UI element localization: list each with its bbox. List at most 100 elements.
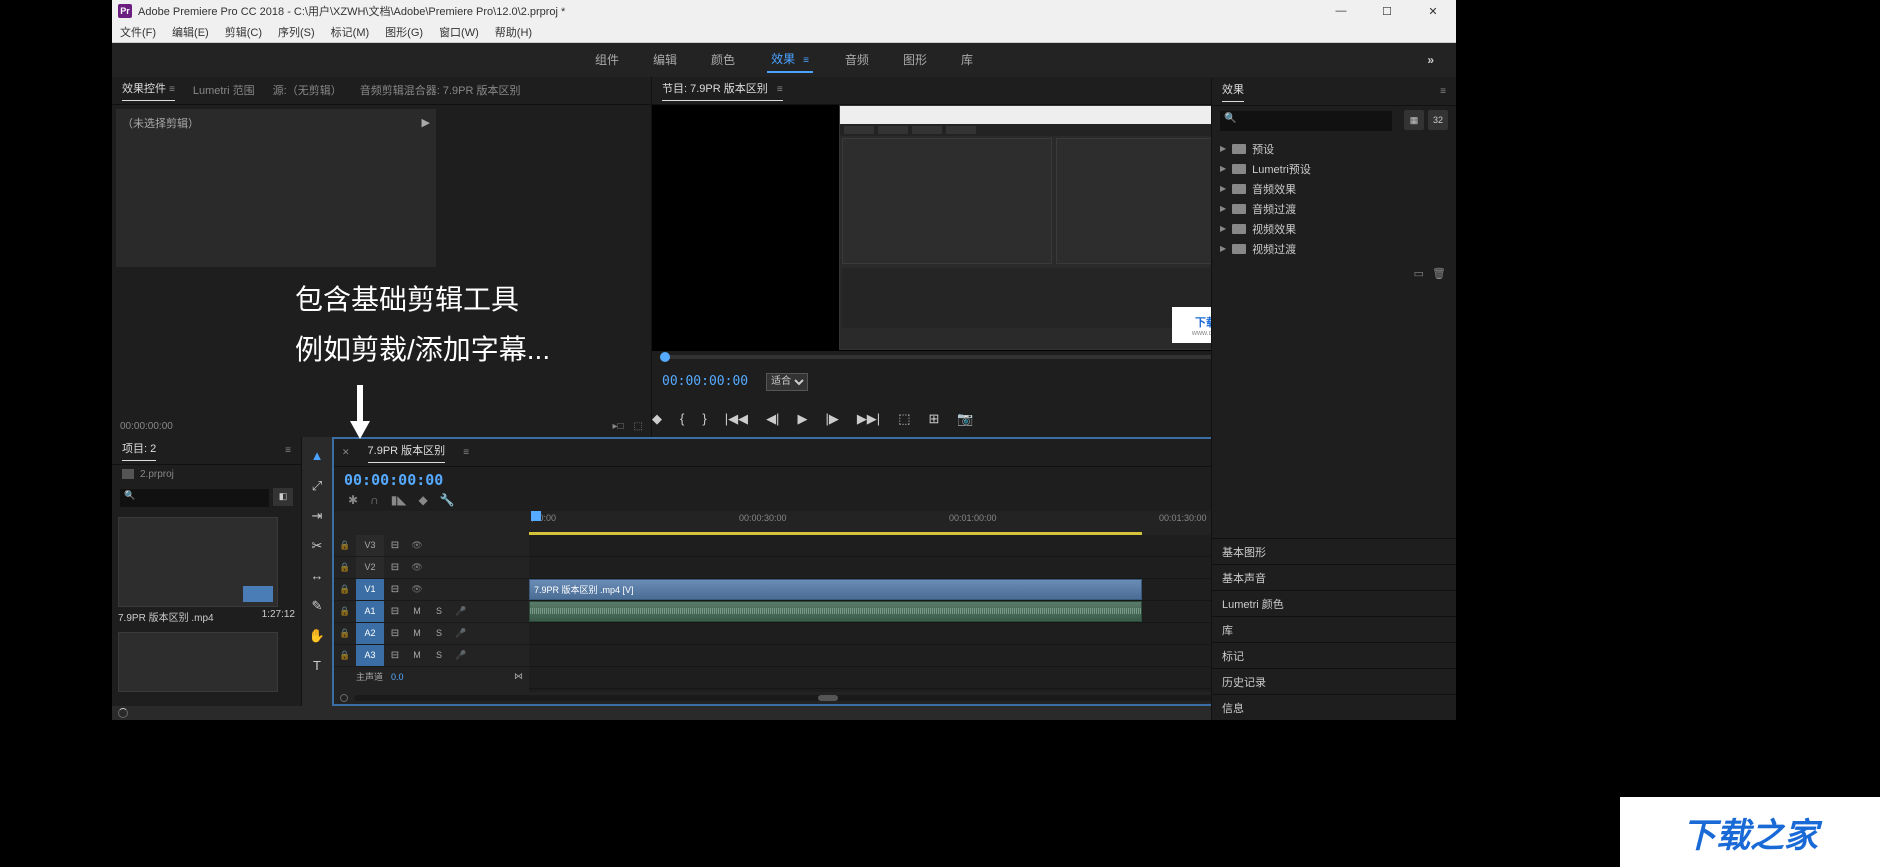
menu-graphics[interactable]: 图形(G) (377, 24, 431, 40)
zoom-handle-left[interactable] (340, 694, 348, 702)
tab-source-monitor[interactable]: 源:（无剪辑） (273, 82, 342, 98)
sync-lock-icon[interactable] (384, 584, 406, 595)
workspace-libraries[interactable]: 库 (959, 47, 975, 72)
audio-clip[interactable] (529, 601, 1142, 622)
type-tool[interactable]: T (308, 657, 326, 675)
menu-file[interactable]: 文件(F) (112, 24, 164, 40)
tab-effect-controls[interactable]: 效果控件 ≡ (122, 80, 175, 101)
track-header-v3[interactable]: V3 (334, 535, 529, 557)
lock-icon[interactable] (334, 540, 356, 551)
voiceover-icon[interactable] (450, 650, 472, 661)
voiceover-icon[interactable] (450, 628, 472, 639)
workspace-overflow-button[interactable]: » (1425, 49, 1436, 71)
tab-lumetri-scopes[interactable]: Lumetri 范围 (193, 82, 255, 98)
mark-in-button[interactable]: { (680, 411, 684, 426)
extract-button[interactable]: ⊞ (928, 411, 939, 427)
effects-filter-32bit[interactable]: 32 (1428, 110, 1448, 130)
panel-menu-icon[interactable]: ≡ (463, 447, 469, 458)
export-frame-button[interactable]: 📷 (957, 411, 973, 427)
menu-clip[interactable]: 剪辑(C) (217, 24, 270, 40)
menu-marker[interactable]: 标记(M) (323, 24, 378, 40)
tab-effects[interactable]: 效果 (1222, 81, 1244, 102)
scroll-thumb[interactable] (818, 695, 838, 701)
tab-program-monitor[interactable]: 节目: 7.9PR 版本区别 ≡ (662, 80, 783, 101)
hand-tool[interactable]: ✋ (308, 627, 326, 645)
bin-thumbnail[interactable] (118, 632, 278, 692)
effect-controls-expand-icon[interactable]: ▶ (422, 116, 430, 129)
marker-add-button[interactable]: ◆ (652, 411, 662, 427)
track-header-a3[interactable]: A3MS (334, 645, 529, 667)
panel-menu-icon[interactable]: ≡ (1440, 86, 1446, 97)
panel-menu-icon[interactable]: ≡ (285, 445, 291, 456)
panel-libraries[interactable]: 库 (1212, 616, 1456, 642)
video-clip[interactable]: 7.9PR 版本区别 .mp4 [V] (529, 579, 1142, 600)
mark-out-button[interactable]: } (702, 411, 706, 426)
panel-menu-icon[interactable]: ≡ (777, 84, 783, 95)
effect-controls-timecode[interactable]: 00:00:00:00 (120, 421, 173, 432)
panel-lumetri-color[interactable]: Lumetri 颜色 (1212, 590, 1456, 616)
voiceover-icon[interactable] (450, 606, 472, 617)
selection-tool[interactable]: ▲ (308, 447, 326, 465)
panel-essential-sound[interactable]: 基本声音 (1212, 564, 1456, 590)
workspace-editing[interactable]: 编辑 (651, 47, 679, 72)
step-back-button[interactable]: ◀| (766, 411, 779, 427)
solo-button[interactable]: S (428, 628, 450, 638)
bowtie-icon[interactable]: ⋈ (514, 671, 523, 682)
effects-search-input[interactable] (1220, 111, 1392, 131)
panel-info[interactable]: 信息 (1212, 694, 1456, 720)
playhead-icon[interactable] (660, 352, 670, 362)
tree-item-audio-effects[interactable]: ▶音频效果 (1220, 179, 1448, 199)
timeline-marker-icon[interactable]: ◆ (419, 493, 428, 507)
lift-button[interactable]: ⬚ (898, 411, 910, 427)
workspace-menu-icon[interactable]: ≡ (801, 51, 811, 70)
lock-icon[interactable] (334, 606, 356, 617)
ripple-edit-tool[interactable]: ⇥ (308, 507, 326, 525)
menu-window[interactable]: 窗口(W) (431, 24, 487, 40)
tab-project[interactable]: 项目: 2 (122, 440, 156, 461)
timeline-settings-icon[interactable]: 🔧 (440, 493, 455, 507)
program-timecode-in[interactable]: 00:00:00:00 (662, 374, 748, 389)
bin-thumbnail[interactable] (118, 517, 278, 607)
track-header-v2[interactable]: V2 (334, 557, 529, 579)
pen-tool[interactable]: ✎ (308, 597, 326, 615)
tree-item-presets[interactable]: ▶预设 (1220, 139, 1448, 159)
sync-lock-icon[interactable] (384, 650, 406, 661)
goto-out-button[interactable]: ▶▶| (857, 411, 880, 427)
sync-lock-icon[interactable] (384, 628, 406, 639)
tab-audio-clip-mixer[interactable]: 音频剪辑混合器: 7.9PR 版本区别 (360, 82, 521, 98)
project-search-filter-button[interactable]: ◧ (273, 488, 293, 506)
menu-sequence[interactable]: 序列(S) (270, 24, 323, 40)
add-marker-icon[interactable]: ▮◣ (391, 493, 407, 507)
track-header-a1[interactable]: A1MS (334, 601, 529, 623)
sync-lock-icon[interactable] (384, 540, 406, 551)
eye-icon[interactable] (406, 584, 428, 595)
lock-icon[interactable] (334, 628, 356, 639)
master-track-header[interactable]: 主声道0.0⋈ (334, 667, 529, 687)
eye-icon[interactable] (406, 562, 428, 573)
bin-item[interactable]: 7.9PR 版本区别 .mp41:27:12 (118, 517, 295, 624)
panel-history[interactable]: 历史记录 (1212, 668, 1456, 694)
menu-edit[interactable]: 编辑(E) (164, 24, 217, 40)
lock-icon[interactable] (334, 562, 356, 573)
tree-item-video-effects[interactable]: ▶视频效果 (1220, 219, 1448, 239)
project-breadcrumb[interactable]: 2.prproj (112, 465, 301, 484)
menu-help[interactable]: 帮助(H) (487, 24, 540, 40)
window-close-button[interactable]: ✕ (1410, 0, 1456, 22)
slip-tool[interactable]: ↔ (308, 567, 326, 585)
snap-icon[interactable]: ✱ (348, 493, 358, 507)
project-search-input[interactable] (120, 489, 269, 507)
track-header-a2[interactable]: A2MS (334, 623, 529, 645)
panel-menu-icon[interactable]: ≡ (169, 84, 175, 95)
panel-essential-graphics[interactable]: 基本图形 (1212, 538, 1456, 564)
track-header-v1[interactable]: V1 (334, 579, 529, 601)
tab-sequence[interactable]: 7.9PR 版本区别 (368, 442, 446, 463)
razor-tool[interactable]: ✂ (308, 537, 326, 555)
window-minimize-button[interactable]: — (1318, 0, 1364, 22)
panel-markers[interactable]: 标记 (1212, 642, 1456, 668)
mute-button[interactable]: M (406, 650, 428, 660)
goto-in-button[interactable]: |◀◀ (725, 411, 748, 427)
workspace-graphics[interactable]: 图形 (901, 47, 929, 72)
linked-selection-icon[interactable]: ∩ (370, 493, 379, 507)
delete-icon[interactable]: 🗑 (1432, 267, 1446, 280)
timeline-timecode[interactable]: 00:00:00:00 (344, 471, 443, 489)
